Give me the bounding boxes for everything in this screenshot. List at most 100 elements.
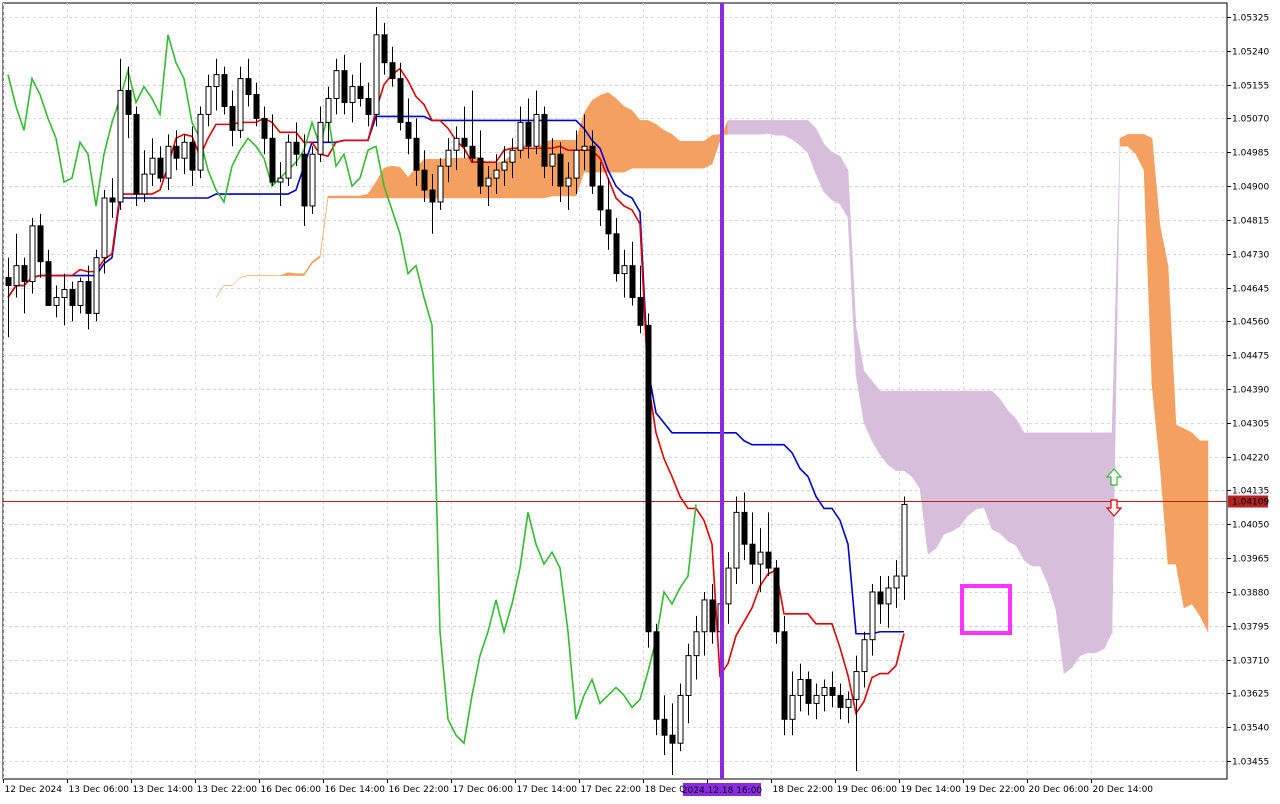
candle-body <box>613 233 620 275</box>
kumo-segment <box>687 141 697 169</box>
candle-body <box>221 74 228 107</box>
candle-body <box>589 145 596 187</box>
candle-body <box>213 74 220 88</box>
y-tick-label: 1.04305 <box>1232 420 1269 430</box>
kumo-segment <box>1007 410 1017 546</box>
y-tick-label: 1.04730 <box>1232 251 1269 261</box>
candle-body <box>885 587 892 605</box>
candle-body <box>109 197 116 203</box>
candle-body <box>869 591 876 641</box>
y-tick-label: 1.04050 <box>1232 521 1269 531</box>
x-tick-label: 13 Dec 22:00 <box>197 785 258 795</box>
candle-body <box>781 631 788 720</box>
candle-body <box>485 177 492 187</box>
candle-body <box>165 145 172 179</box>
kumo-segment <box>967 390 977 516</box>
x-tick-label: 20 Dec 14:00 <box>1093 785 1154 795</box>
candle-body <box>325 98 332 123</box>
x-tick-label: 17 Dec 06:00 <box>453 785 514 795</box>
x-tick-label: 18 Dec 22:00 <box>773 785 834 795</box>
candle-body <box>301 153 308 207</box>
candle-body <box>709 599 716 633</box>
candle-body <box>365 98 372 115</box>
y-tick-label: 1.04815 <box>1232 217 1269 227</box>
kumo-segment <box>959 390 969 528</box>
candle-body <box>253 94 260 119</box>
ichimoku-chart: 1.05325 1.05240 1.05155 1.05070 1.04985 1.049… <box>0 0 1280 800</box>
candle-body <box>629 265 636 298</box>
candle-body <box>493 169 500 179</box>
kumo-segment <box>1063 432 1073 675</box>
y-tick-label: 1.04135 <box>1232 487 1269 497</box>
candle-body <box>373 34 380 115</box>
kumo-segment <box>999 398 1009 542</box>
kumo-segment <box>895 390 905 471</box>
candle-body <box>861 639 868 673</box>
candle-body <box>245 78 252 96</box>
candle-body <box>837 694 844 708</box>
candle-body <box>637 296 644 326</box>
candle-body <box>397 78 404 123</box>
kumo-segment <box>647 119 657 169</box>
kumo-segment <box>327 195 337 199</box>
y-tick-label: 1.03540 <box>1232 724 1269 734</box>
candle-body <box>845 698 852 708</box>
kumo-segment <box>391 165 401 199</box>
kumo-segment <box>655 123 665 169</box>
kumo-segment <box>735 120 745 135</box>
kumo-segment <box>695 141 705 169</box>
candle-body <box>429 189 436 203</box>
candle-body <box>157 157 164 179</box>
candle-body <box>813 694 820 704</box>
candle-body <box>93 257 100 314</box>
kumo-segment <box>903 390 913 478</box>
y-tick-label: 1.04900 <box>1232 183 1269 193</box>
candle-body <box>437 165 444 203</box>
candle-body <box>461 137 468 147</box>
kumo-segment <box>975 390 985 510</box>
candle-body <box>277 177 284 183</box>
candle-body <box>421 169 428 191</box>
kumo-segment <box>623 106 633 173</box>
candle-body <box>773 567 780 633</box>
candle-body <box>349 86 356 103</box>
candle-body <box>469 145 476 159</box>
candle-body <box>197 113 204 171</box>
kumo-segment <box>991 390 1001 534</box>
candle-body <box>69 289 76 306</box>
candle-body <box>901 503 908 577</box>
x-tick-label: 13 Dec 06:00 <box>69 785 130 795</box>
x-tick-label: 16 Dec 22:00 <box>389 785 450 795</box>
kumo-segment <box>1039 432 1049 585</box>
y-tick-label: 1.03880 <box>1232 589 1269 599</box>
candle-body <box>61 289 68 298</box>
candle-body <box>125 90 132 115</box>
kumo-segment <box>607 92 617 173</box>
kumo-segment <box>1015 417 1025 561</box>
y-tick-label: 1.05155 <box>1232 82 1269 92</box>
candle-body <box>285 141 292 179</box>
kumo-segment <box>951 390 961 532</box>
y-tick-label: 1.03710 <box>1232 657 1269 667</box>
candle-body <box>413 137 420 171</box>
y-tick-label: 1.04390 <box>1232 386 1269 396</box>
kumo-segment <box>927 390 937 555</box>
chart-svg: 1.05325 1.05240 1.05155 1.05070 1.04985 1.049… <box>2 2 1269 796</box>
candle-body <box>853 671 860 700</box>
kumo-segment <box>639 120 649 169</box>
candle-body <box>389 62 396 80</box>
kumo-segment <box>823 143 833 201</box>
kumo-segment <box>1047 432 1057 610</box>
x-tick-label: 12 Dec 2024 <box>5 785 63 795</box>
kumo-segment <box>1087 432 1097 653</box>
kumo-segment <box>383 165 393 199</box>
candle-body <box>765 551 772 569</box>
candle-body <box>549 153 556 167</box>
candle-body <box>229 105 236 131</box>
candle-body <box>477 157 484 187</box>
candle-body <box>653 631 660 720</box>
kumo-segment <box>679 141 689 169</box>
kumo-segment <box>615 97 625 173</box>
candle-body <box>5 277 12 287</box>
candle-body <box>445 149 452 167</box>
